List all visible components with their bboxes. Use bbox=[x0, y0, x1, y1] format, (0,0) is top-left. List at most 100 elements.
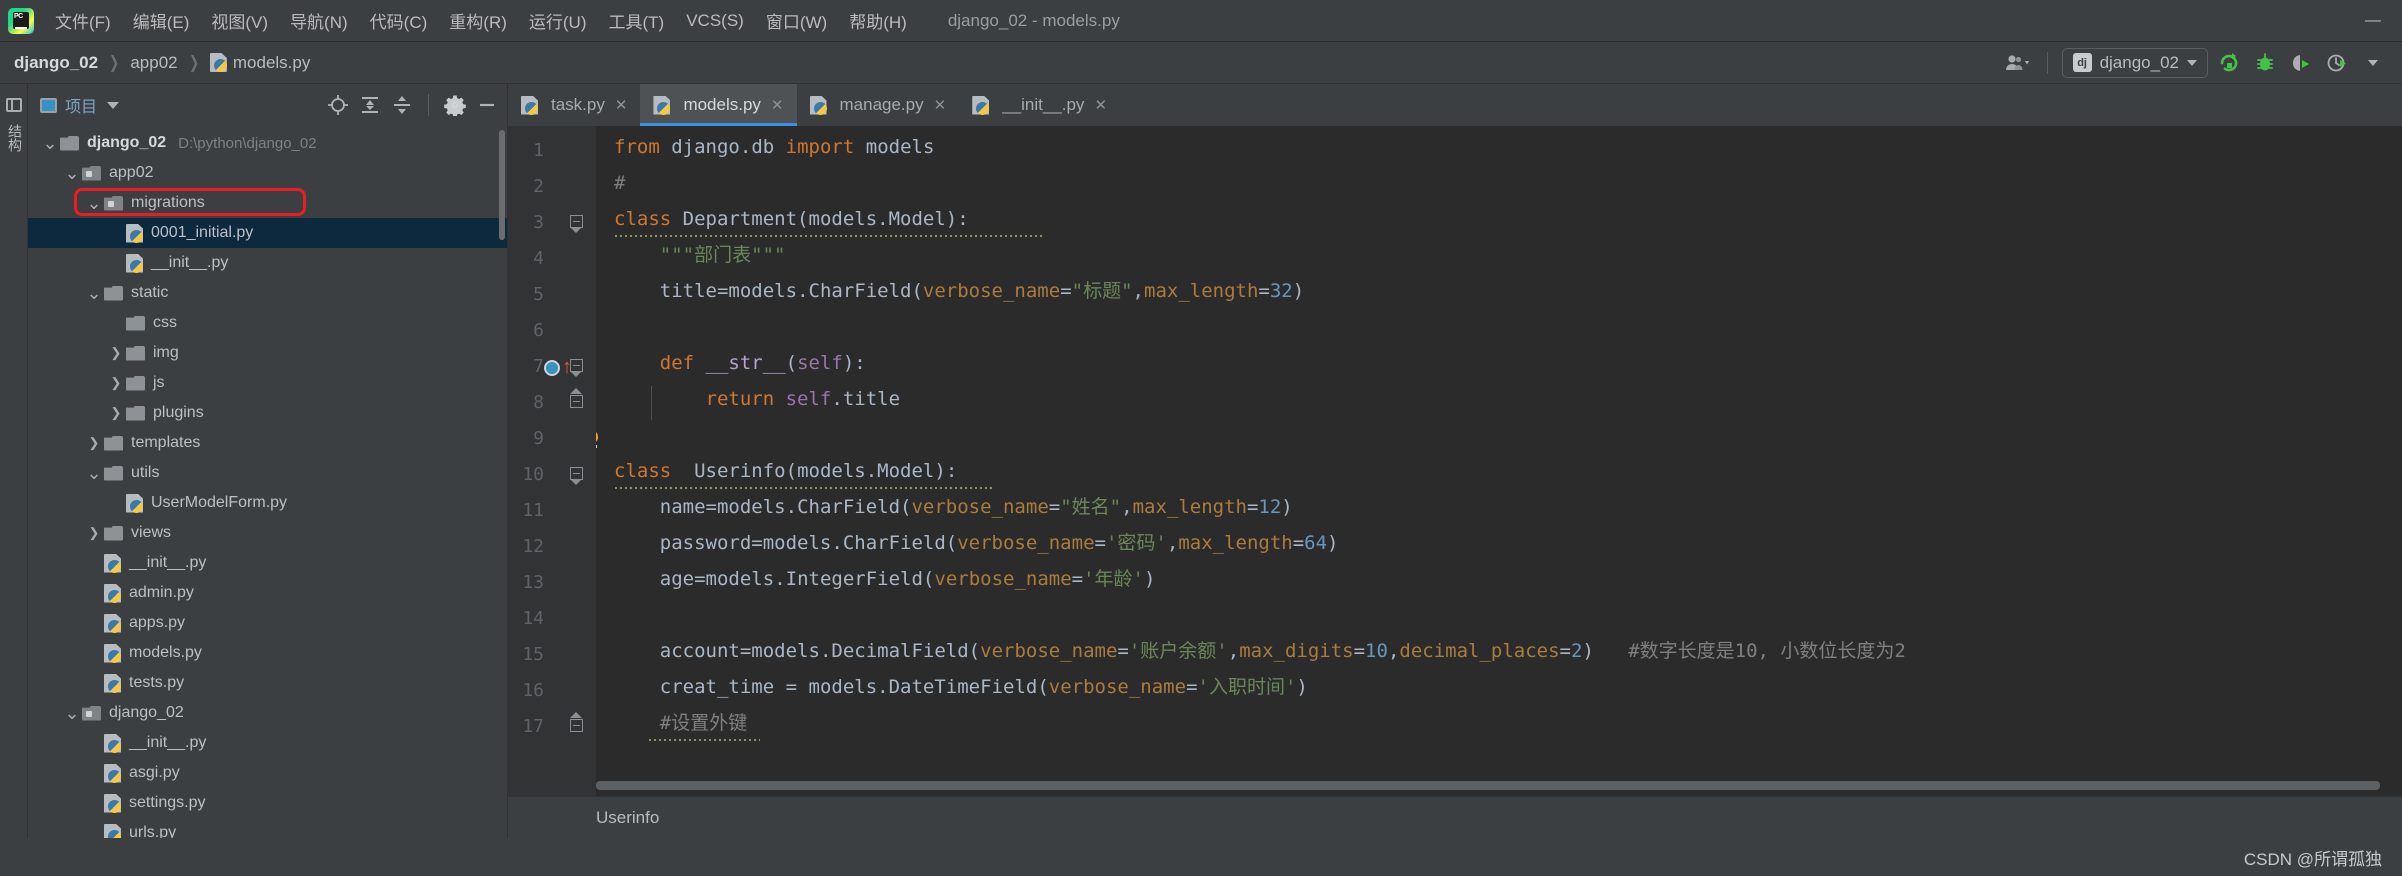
run-icon[interactable] bbox=[2214, 48, 2244, 78]
tree-item-asgi-py[interactable]: asgi.py bbox=[28, 758, 507, 788]
chevron-down-icon[interactable]: ⌄ bbox=[84, 463, 104, 484]
horizontal-scrollbar[interactable] bbox=[596, 781, 2380, 790]
bottom-breadcrumb-label[interactable]: Userinfo bbox=[596, 808, 659, 828]
tree-item-tests-py[interactable]: tests.py bbox=[28, 668, 507, 698]
code-line[interactable]: password=models.CharField(verbose_name='… bbox=[614, 534, 1339, 553]
chevron-right-icon[interactable]: ❯ bbox=[106, 345, 126, 361]
menu-item-navigate[interactable]: 导航(N) bbox=[279, 4, 359, 37]
menu-item-file[interactable]: 文件(F) bbox=[44, 4, 122, 37]
breakpoint-icon[interactable] bbox=[544, 360, 560, 376]
locate-icon[interactable] bbox=[324, 91, 352, 119]
code-fold-icon[interactable] bbox=[570, 466, 586, 485]
tree-item-admin-py[interactable]: admin.py bbox=[28, 578, 507, 608]
code-line[interactable]: title=models.CharField(verbose_name="标题"… bbox=[614, 282, 1304, 301]
tree-item-views[interactable]: ❯ views bbox=[28, 518, 507, 548]
chevron-down-icon[interactable]: ⌄ bbox=[62, 703, 82, 724]
tree-item-models-py[interactable]: models.py bbox=[28, 638, 507, 668]
code-line[interactable]: creat_time = models.DateTimeField(verbos… bbox=[614, 678, 1308, 697]
close-icon[interactable]: ✕ bbox=[1094, 96, 1107, 114]
close-icon[interactable]: ✕ bbox=[771, 96, 784, 114]
chevron-down-icon[interactable]: ⌄ bbox=[40, 133, 60, 154]
hide-panel-icon[interactable] bbox=[473, 91, 501, 119]
menu-item-window[interactable]: 窗口(W) bbox=[755, 4, 838, 37]
tree-item-urls-py[interactable]: urls.py bbox=[28, 818, 507, 838]
editor-gutter[interactable]: 1 2 3 4 5 6 7 8 9 10 11 12 13 14 15 16 17 ↑ bbox=[508, 126, 596, 796]
code-line[interactable]: age=models.IntegerField(verbose_name='年龄… bbox=[614, 570, 1156, 589]
close-icon[interactable]: ✕ bbox=[934, 96, 947, 114]
code-content[interactable]: from django.db import models # class Depar… bbox=[596, 126, 2402, 796]
tree-item-0001_initial-py[interactable]: 0001_initial.py bbox=[28, 218, 507, 248]
tree-item-templates[interactable]: ❯ templates bbox=[28, 428, 507, 458]
code-line[interactable]: def __str__(self): bbox=[614, 354, 866, 373]
code-line[interactable]: class Userinfo(models.Model): bbox=[614, 462, 957, 481]
rail-item-structure[interactable]: 结构 bbox=[0, 118, 30, 158]
menu-item-edit[interactable]: 编辑(E) bbox=[122, 4, 201, 37]
project-tree[interactable]: ⌄ django_02 D:\python\django_02 ⌄ app02 ⌄ migr… bbox=[28, 126, 507, 838]
chevron-down-icon[interactable]: ⌄ bbox=[84, 283, 104, 304]
intention-bulb-icon[interactable] bbox=[596, 430, 600, 452]
code-line[interactable]: return self.title bbox=[614, 390, 901, 409]
chevron-right-icon[interactable]: ❯ bbox=[106, 375, 126, 391]
breadcrumb-item-app02[interactable]: app02 bbox=[130, 53, 177, 73]
code-fold-icon[interactable] bbox=[570, 712, 586, 734]
tree-item-django_02[interactable]: ⌄ django_02 bbox=[28, 698, 507, 728]
gear-icon[interactable] bbox=[441, 91, 469, 119]
project-panel-scrollbar[interactable] bbox=[499, 130, 505, 240]
chevron-right-icon[interactable]: ❯ bbox=[84, 525, 104, 541]
tree-item-plugins[interactable]: ❯ plugins bbox=[28, 398, 507, 428]
tree-item-apps-py[interactable]: apps.py bbox=[28, 608, 507, 638]
tree-item-static[interactable]: ⌄ static bbox=[28, 278, 507, 308]
coverage-icon[interactable] bbox=[2286, 48, 2316, 78]
tree-item-img[interactable]: ❯ img bbox=[28, 338, 507, 368]
code-line[interactable]: """部门表""" bbox=[614, 246, 786, 265]
tree-item-__init__-py[interactable]: __init__.py bbox=[28, 548, 507, 578]
chevron-right-icon[interactable]: ❯ bbox=[106, 405, 126, 421]
chevron-down-icon[interactable]: ⌄ bbox=[84, 193, 104, 214]
vertical-scrollbar[interactable] bbox=[2380, 126, 2402, 796]
code-area[interactable]: 1 2 3 4 5 6 7 8 9 10 11 12 13 14 15 16 17 ↑ from django.d… bbox=[508, 126, 2402, 796]
override-method-icon[interactable]: ↑ bbox=[562, 357, 572, 377]
tree-item-usermodelform-py[interactable]: UserModelForm.py bbox=[28, 488, 507, 518]
editor-tab-manage-py[interactable]: manage.py ✕ bbox=[797, 84, 960, 126]
profile-icon[interactable] bbox=[2322, 48, 2352, 78]
code-line[interactable]: from django.db import models bbox=[614, 138, 934, 157]
tree-item-migrations[interactable]: ⌄ migrations bbox=[28, 188, 507, 218]
tree-item-__init__-py[interactable]: __init__.py bbox=[28, 248, 507, 278]
code-line[interactable]: account=models.DecimalField(verbose_name… bbox=[614, 642, 1906, 661]
code-line[interactable]: name=models.CharField(verbose_name="姓名",… bbox=[614, 498, 1293, 517]
user-dropdown-icon[interactable] bbox=[2003, 48, 2033, 78]
code-fold-icon[interactable] bbox=[570, 388, 586, 410]
menu-item-run[interactable]: 运行(U) bbox=[518, 4, 598, 37]
tree-item-js[interactable]: ❯ js bbox=[28, 368, 507, 398]
tree-item-django_02[interactable]: ⌄ django_02 D:\python\django_02 bbox=[28, 128, 507, 158]
close-icon[interactable]: ✕ bbox=[615, 96, 628, 114]
editor-tab-task-py[interactable]: task.py ✕ bbox=[508, 84, 640, 126]
chevron-right-icon[interactable]: ❯ bbox=[84, 435, 104, 451]
menu-item-tools[interactable]: 工具(T) bbox=[598, 4, 676, 37]
project-panel-icon[interactable] bbox=[5, 98, 22, 112]
debug-icon[interactable] bbox=[2250, 48, 2280, 78]
menu-item-code[interactable]: 代码(C) bbox=[359, 4, 439, 37]
more-actions-icon[interactable] bbox=[2358, 48, 2388, 78]
expand-icon[interactable] bbox=[388, 91, 416, 119]
chevron-down-icon[interactable]: ⌄ bbox=[62, 163, 82, 184]
tree-item-utils[interactable]: ⌄ utils bbox=[28, 458, 507, 488]
menu-item-vcs[interactable]: VCS(S) bbox=[675, 7, 755, 35]
tree-item-settings-py[interactable]: settings.py bbox=[28, 788, 507, 818]
chevron-down-icon[interactable] bbox=[107, 101, 120, 109]
collapse-all-icon[interactable] bbox=[356, 91, 384, 119]
tree-item-css[interactable]: css bbox=[28, 308, 507, 338]
editor-tab-models-py[interactable]: models.py ✕ bbox=[640, 84, 797, 126]
run-configuration-selector[interactable]: dj django_02 bbox=[2061, 47, 2208, 78]
menu-item-refactor[interactable]: 重构(R) bbox=[438, 4, 518, 37]
editor-tab-__init__-py[interactable]: __init__.py ✕ bbox=[959, 84, 1120, 126]
code-line[interactable]: # bbox=[614, 174, 625, 193]
minimize-button[interactable]: — bbox=[2352, 0, 2394, 42]
menu-item-view[interactable]: 视图(V) bbox=[200, 4, 279, 37]
code-fold-icon[interactable] bbox=[570, 214, 586, 233]
tree-item-app02[interactable]: ⌄ app02 bbox=[28, 158, 507, 188]
code-line[interactable]: class Department(models.Model): bbox=[614, 210, 969, 229]
code-fold-icon[interactable] bbox=[570, 358, 586, 377]
breadcrumb-item-project[interactable]: django_02 bbox=[14, 53, 98, 73]
tree-item-__init__-py[interactable]: __init__.py bbox=[28, 728, 507, 758]
